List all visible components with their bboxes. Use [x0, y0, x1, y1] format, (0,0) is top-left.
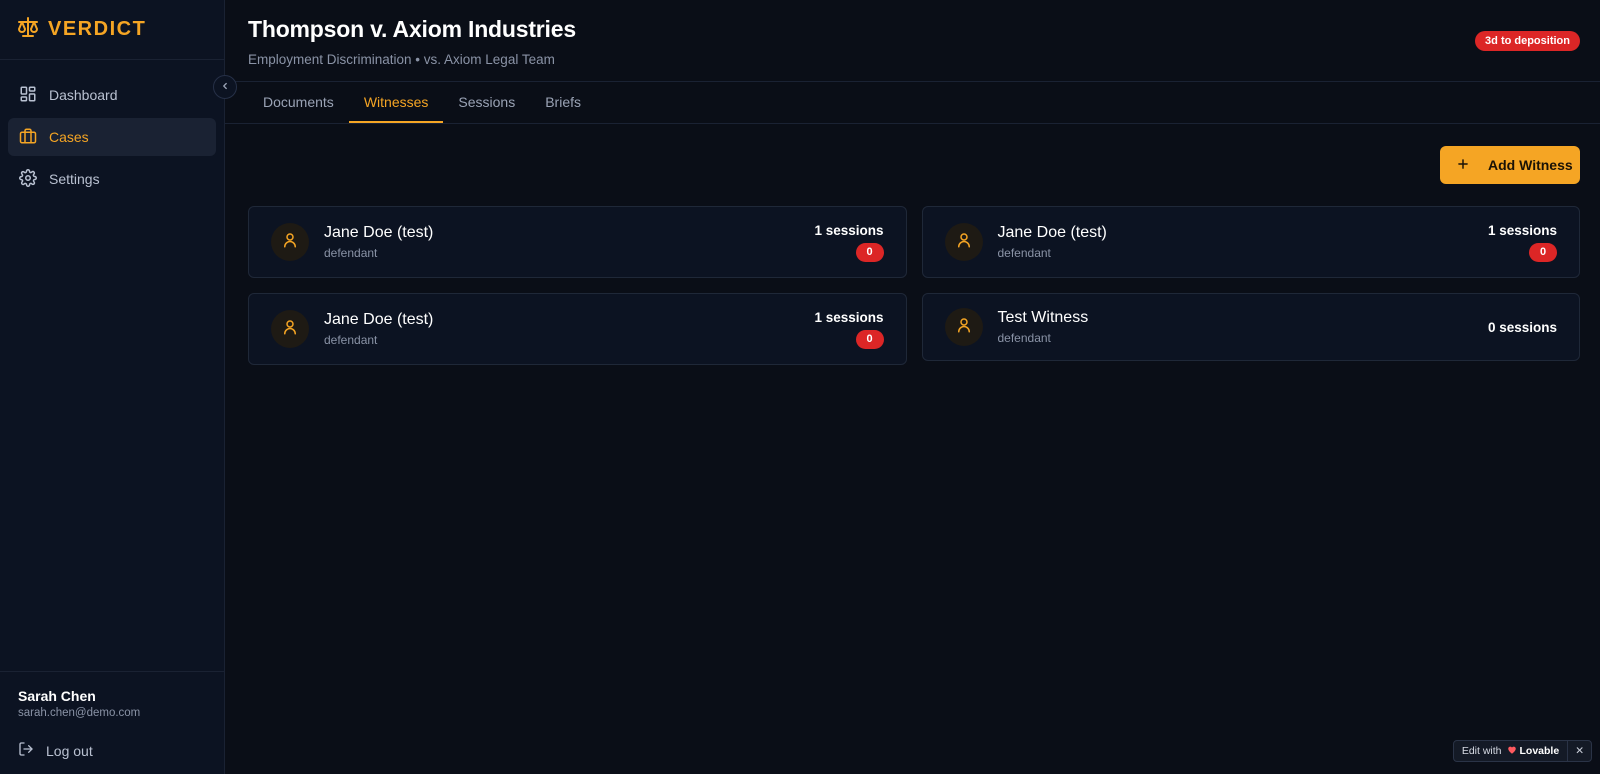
- lovable-brand-name: Lovable: [1519, 745, 1560, 757]
- logout-label: Log out: [46, 742, 93, 759]
- status-badge: 0: [855, 329, 884, 349]
- scales-icon: [16, 15, 40, 44]
- witness-role: defendant: [997, 246, 1051, 260]
- heart-icon: [1507, 745, 1517, 758]
- session-count: 1 sessions: [814, 222, 884, 238]
- witness-stats: 1 sessions 0: [814, 222, 884, 262]
- edit-with-lovable-link[interactable]: Edit with Lovable: [1454, 745, 1567, 758]
- witness-grid: Jane Doe (test) defendant 1 sessions 0 J…: [248, 206, 1580, 365]
- brand-name: VERDICT: [48, 18, 147, 40]
- plus-icon: [1456, 157, 1470, 174]
- brand[interactable]: VERDICT: [0, 0, 224, 60]
- witnesses-section: Add Witness Jane Doe (test) defendant 1 …: [225, 124, 1600, 774]
- deadline-badge: 3d to deposition: [1475, 31, 1580, 51]
- page-title: Thompson v. Axiom Industries: [248, 16, 576, 42]
- briefcase-icon: [19, 127, 37, 148]
- toolbar: Add Witness: [248, 146, 1580, 184]
- case-subtitle: Employment Discrimination • vs. Axiom Le…: [248, 52, 555, 67]
- avatar: [271, 310, 309, 348]
- sidebar-item-cases[interactable]: Cases: [8, 118, 216, 156]
- witness-card[interactable]: Jane Doe (test) defendant 1 sessions 0: [921, 206, 1580, 278]
- gear-icon: [19, 168, 37, 190]
- user-icon: [955, 316, 973, 339]
- logout-button[interactable]: Log out: [18, 741, 206, 760]
- user-icon: [281, 231, 299, 254]
- tab-witnesses[interactable]: Witnesses: [348, 82, 444, 123]
- session-count: 1 sessions: [814, 309, 884, 325]
- grid-icon: [19, 85, 37, 106]
- sidebar-item-label: Cases: [49, 129, 89, 145]
- session-count: 1 sessions: [1487, 222, 1557, 238]
- user-icon: [281, 318, 299, 341]
- user-name: Sarah Chen: [18, 688, 96, 704]
- user-email: sarah.chen@demo.com: [18, 707, 141, 719]
- sidebar-item-label: Settings: [49, 171, 100, 187]
- witness-name: Jane Doe (test): [997, 224, 1107, 241]
- tab-sessions[interactable]: Sessions: [443, 82, 530, 123]
- avatar: [944, 223, 983, 261]
- lovable-brand: Lovable: [1507, 745, 1560, 758]
- collapse-sidebar-button[interactable]: [213, 75, 237, 99]
- sidebar-item-settings[interactable]: Settings: [8, 160, 216, 198]
- user-panel: Sarah Chen sarah.chen@demo.com Log out: [0, 671, 224, 774]
- avatar: [271, 223, 309, 261]
- witness-role: defendant: [324, 246, 378, 260]
- case-header: Thompson v. Axiom Industries Employment …: [225, 0, 1600, 82]
- witness-card[interactable]: Test Witness defendant 0 sessions: [921, 293, 1580, 361]
- witness-name: Jane Doe (test): [324, 224, 434, 241]
- lovable-prefix: Edit with: [1461, 745, 1502, 757]
- lovable-badge: Edit with Lovable ✕: [1452, 740, 1592, 762]
- chevron-left-icon: [220, 78, 230, 96]
- sidebar-item-label: Dashboard: [49, 87, 118, 103]
- sidebar-nav: Dashboard Cases Settings: [0, 60, 224, 214]
- session-count: 0 sessions: [1487, 319, 1557, 335]
- add-witness-label: Add Witness: [1488, 157, 1573, 173]
- avatar: [944, 308, 983, 346]
- sidebar: VERDICT Dashboard Cases Settings Sarah C…: [0, 0, 225, 774]
- witness-stats: 1 sessions 0: [1488, 223, 1557, 262]
- case-tabs: Documents Witnesses Sessions Briefs: [225, 82, 1600, 124]
- user-icon: [955, 231, 973, 254]
- tab-documents[interactable]: Documents: [248, 82, 349, 123]
- witness-card[interactable]: Jane Doe (test) defendant 1 sessions 0: [248, 293, 907, 365]
- logout-icon: [18, 741, 34, 760]
- add-witness-button[interactable]: Add Witness: [1440, 146, 1580, 184]
- main-panel: Thompson v. Axiom Industries Employment …: [225, 0, 1600, 774]
- close-icon[interactable]: ✕: [1567, 741, 1591, 761]
- witness-stats: 0 sessions: [1488, 320, 1557, 335]
- witness-info: Jane Doe (test) defendant: [324, 311, 814, 347]
- witness-role: defendant: [997, 331, 1051, 345]
- witness-info: Test Witness defendant: [998, 309, 1488, 345]
- sidebar-item-dashboard[interactable]: Dashboard: [8, 76, 216, 114]
- witness-info: Jane Doe (test) defendant: [324, 224, 814, 260]
- status-badge: 0: [855, 242, 884, 262]
- tab-briefs[interactable]: Briefs: [530, 82, 596, 123]
- witness-info: Jane Doe (test) defendant: [998, 224, 1488, 260]
- witness-name: Test Witness: [997, 309, 1089, 326]
- witness-role: defendant: [324, 333, 378, 347]
- witness-name: Jane Doe (test): [324, 311, 434, 328]
- status-badge: 0: [1529, 242, 1557, 262]
- witness-card[interactable]: Jane Doe (test) defendant 1 sessions 0: [248, 206, 907, 278]
- app-root: VERDICT Dashboard Cases Settings Sarah C…: [0, 0, 1600, 774]
- witness-stats: 1 sessions 0: [814, 309, 884, 349]
